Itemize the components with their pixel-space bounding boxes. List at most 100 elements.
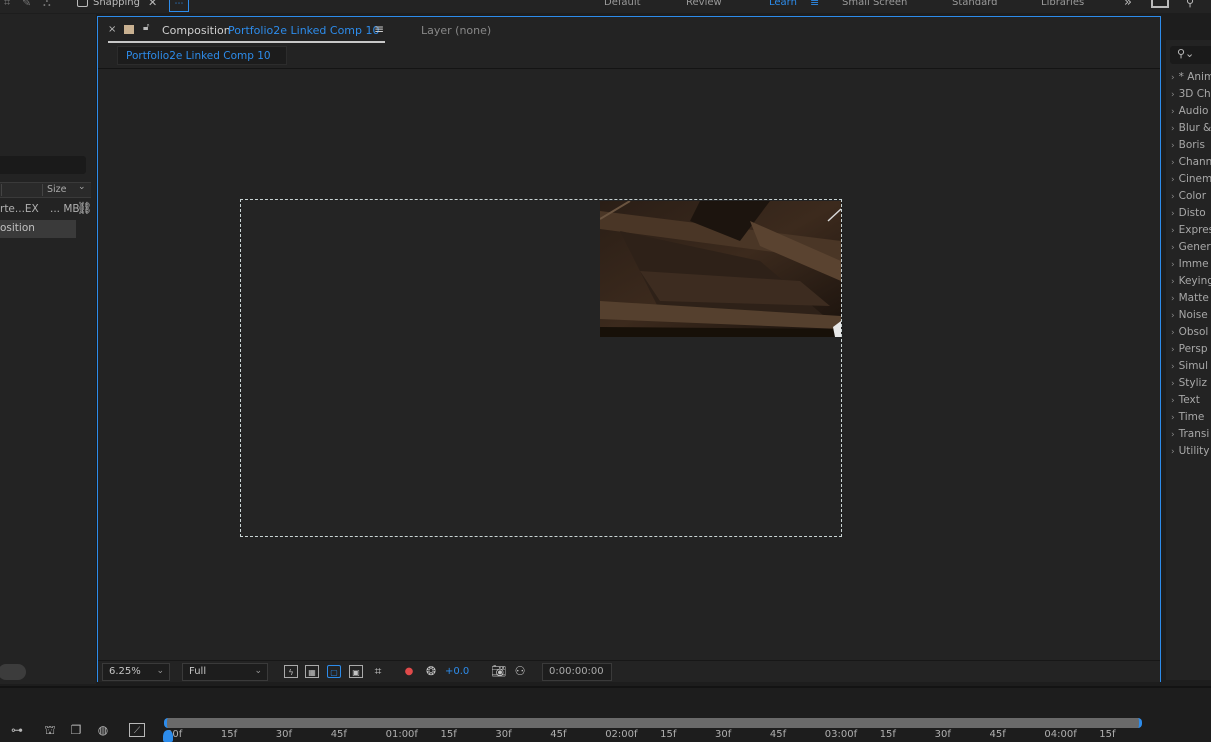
effects-category-item[interactable]: › Obsol [1171,326,1208,338]
effects-category-label: Text [1178,394,1200,406]
composition-flowchart-icon[interactable]: ⊶ [9,723,25,737]
workspace-standard[interactable]: Standard [952,0,998,8]
search-help-icon[interactable]: ⚲ [1186,0,1194,9]
time-ruler-tick: 15f [440,729,457,740]
graph-editor-icon[interactable]: ⟋ [129,723,145,737]
toolbar-pin-icon[interactable]: ⛬ [43,0,51,10]
magnification-value: 6.25% [109,666,141,677]
work-area-bar[interactable] [164,718,1142,728]
effects-category-item[interactable]: › Noise [1171,309,1208,321]
effects-category-item[interactable]: › Utility [1171,445,1210,457]
footage-thumbnail [600,201,841,337]
fast-previews-icon[interactable]: ϟ [284,665,298,678]
effects-category-item[interactable]: › Cinem [1171,173,1211,185]
effects-category-item[interactable]: › Styliz [1171,377,1207,389]
project-row-composition[interactable]: osition [0,220,76,238]
chevron-right-icon: › [1171,260,1175,270]
column-chevron-icon[interactable]: ⌄ [78,182,86,192]
effects-category-label: Persp [1178,343,1208,355]
workspace-libraries[interactable]: Libraries [1041,0,1084,8]
footage-image[interactable] [600,201,841,337]
toolbar-pen-icon[interactable]: ✎ [22,0,31,9]
snapping-checkbox[interactable] [77,0,88,7]
color-management-icon[interactable]: ❂ [424,665,438,678]
effects-category-item[interactable]: › * Anim [1171,71,1211,83]
panel-menu-icon[interactable]: ≡ [374,22,384,36]
flowchart-icon[interactable]: ⛓ [77,201,92,215]
effects-category-item[interactable]: › Imme [1171,258,1209,270]
composition-viewer[interactable] [98,70,1160,659]
effects-category-item[interactable]: › Blur & [1171,122,1211,134]
frame-blending-icon[interactable]: ❐ [68,723,84,737]
shy-layers-icon[interactable]: ⛫ [42,723,58,737]
effects-category-item[interactable]: › Chann [1171,156,1211,168]
magnification-dropdown[interactable]: 6.25% ⌄ [102,663,170,681]
project-scrollbar[interactable] [0,664,26,680]
workspace-default[interactable]: Default [604,0,641,8]
snap-target-icon[interactable]: ⋯ [169,0,189,12]
toolbar-arrow-icon[interactable]: ⌗ [4,0,10,10]
effects-category-item[interactable]: › Text [1171,394,1200,406]
time-ruler-tick: 15f [879,729,896,740]
project-row-size: ... MB [50,203,80,215]
effects-category-item[interactable]: › Expres [1171,224,1211,236]
effects-category-item[interactable]: › Color [1171,190,1206,202]
effects-search-input[interactable]: ⚲⌄ [1170,46,1211,64]
effects-category-item[interactable]: › 3D Ch [1171,88,1211,100]
workspace-small-screen[interactable]: Small Screen [842,0,907,8]
time-ruler-tick: 45f [989,729,1006,740]
time-ruler-tick: 01:00f [385,729,418,740]
current-time-indicator[interactable] [163,730,173,742]
grid-guides-icon[interactable]: ⌗ [371,665,385,678]
show-snapshot-icon[interactable]: ⚇ [513,665,527,678]
workspace-menu-icon[interactable]: ≡ [810,0,819,9]
effects-category-item[interactable]: › Transi [1171,428,1209,440]
workspace-learn[interactable]: Learn [769,0,797,8]
effects-category-item[interactable]: › Simul [1171,360,1208,372]
lock-icon[interactable]: 🔓︎ [143,22,149,33]
effects-category-item[interactable]: › Audio [1171,105,1208,117]
chevron-right-icon: › [1171,396,1175,406]
effects-category-label: 3D Ch [1178,88,1211,100]
effects-category-item[interactable]: › Keying [1171,275,1211,287]
snapshot-camera-icon[interactable]: 📷︎ [491,665,506,678]
project-row-footage[interactable]: rte...EX ... MB ⛓ [0,201,94,219]
size-column-header[interactable]: Size [47,184,67,195]
effects-category-label: Simul [1178,360,1208,372]
effects-category-item[interactable]: › Matte [1171,292,1209,304]
composition-color-swatch[interactable] [124,25,134,34]
transparency-grid-icon[interactable]: ▦ [305,665,319,678]
current-time-field[interactable]: 0:00:00:00 [542,663,612,681]
monitor-icon[interactable] [1151,0,1169,8]
time-ruler-tick: 45f [550,729,567,740]
close-tab-icon[interactable]: × [108,24,116,35]
effects-category-item[interactable]: › Boris [1171,139,1205,151]
project-search-input[interactable] [0,156,86,174]
layer-tab[interactable]: Layer (none) [421,24,491,37]
snapping-options-icon[interactable]: ✕ [148,0,157,9]
composition-tab[interactable]: × 🔓︎ Composition Portfolio2e Linked Comp… [108,17,385,43]
effects-category-label: Utility [1178,445,1210,457]
project-row-name: rte...EX [0,203,39,215]
exposure-value[interactable]: +0.0 [445,666,469,677]
composition-tab-prefix: Composition [162,24,231,37]
chevron-right-icon: › [1171,311,1175,321]
more-workspaces-icon[interactable]: » [1124,0,1132,10]
effects-category-item[interactable]: › Persp [1171,343,1207,355]
chevron-right-icon: › [1171,90,1175,100]
effects-category-item[interactable]: › Time [1171,411,1204,423]
effects-category-item[interactable]: › Gener [1171,241,1211,253]
chevron-right-icon: › [1171,294,1175,304]
motion-blur-icon[interactable]: ◍ [95,723,111,737]
chevron-right-icon: › [1171,362,1175,372]
composition-frame [240,199,842,537]
chevron-right-icon: › [1171,277,1175,287]
color-channels-icon[interactable]: ● [402,665,416,678]
workspace-review[interactable]: Review [686,0,722,8]
resolution-dropdown[interactable]: Full ⌄ [182,663,268,681]
region-of-interest-icon[interactable]: ▣ [349,665,363,678]
composition-panel: × 🔓︎ Composition Portfolio2e Linked Comp… [97,16,1161,682]
composition-breadcrumb[interactable]: Portfolio2e Linked Comp 10 [117,46,287,65]
effects-category-item[interactable]: › Disto [1171,207,1206,219]
mask-visibility-icon[interactable]: ▢ [327,665,341,678]
